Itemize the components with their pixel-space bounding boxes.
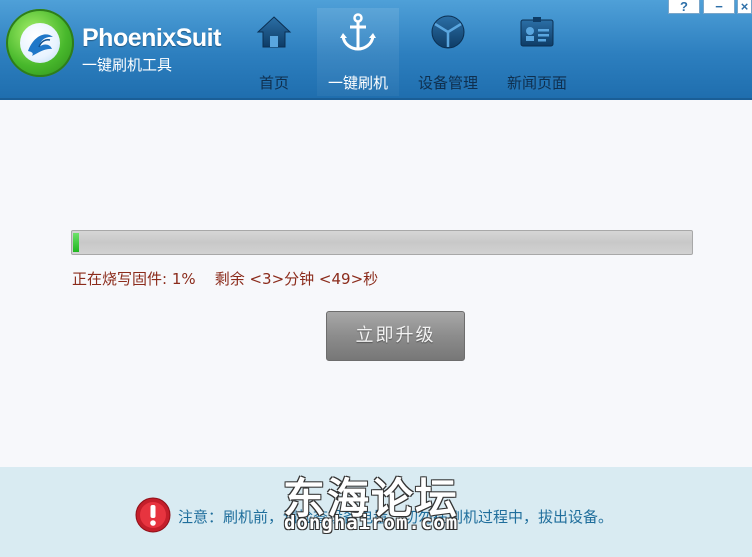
- flash-status-text: 正在烧写固件: 1% 剩余 <3>分钟 <49>秒: [72, 270, 379, 288]
- nav-item-device-management[interactable]: 设备管理: [407, 8, 489, 96]
- warning-icon: [135, 497, 171, 533]
- app-subtitle: 一键刷机工具: [82, 56, 173, 74]
- minimize-button[interactable]: −: [703, 0, 735, 14]
- nav-label: 设备管理: [417, 74, 478, 92]
- home-icon: [256, 16, 292, 48]
- watermark-url: donghairom.com: [284, 512, 459, 534]
- device-cube-icon: [431, 15, 465, 49]
- app-header: PhoenixSuit 一键刷机工具 首页 一键刷机 设备管理 新闻页面 ? −…: [0, 0, 752, 100]
- nav-label: 一键刷机: [327, 74, 388, 92]
- app-title: PhoenixSuit: [82, 24, 221, 52]
- help-button[interactable]: ?: [668, 0, 700, 14]
- nav-label: 新闻页面: [506, 74, 567, 92]
- upgrade-now-button[interactable]: 立即升级: [326, 311, 465, 361]
- nav-item-news[interactable]: 新闻页面: [496, 8, 578, 96]
- progress-fill: [73, 233, 79, 252]
- news-card-icon: [520, 17, 554, 47]
- phoenix-logo-icon: [6, 9, 74, 77]
- flash-progress-bar: [71, 230, 693, 255]
- nav-item-home[interactable]: 首页: [233, 8, 315, 96]
- nav-item-one-click-flash[interactable]: 一键刷机: [317, 8, 399, 96]
- nav-label: 首页: [258, 74, 289, 92]
- anchor-icon: [340, 13, 376, 51]
- close-button[interactable]: ×: [737, 0, 752, 14]
